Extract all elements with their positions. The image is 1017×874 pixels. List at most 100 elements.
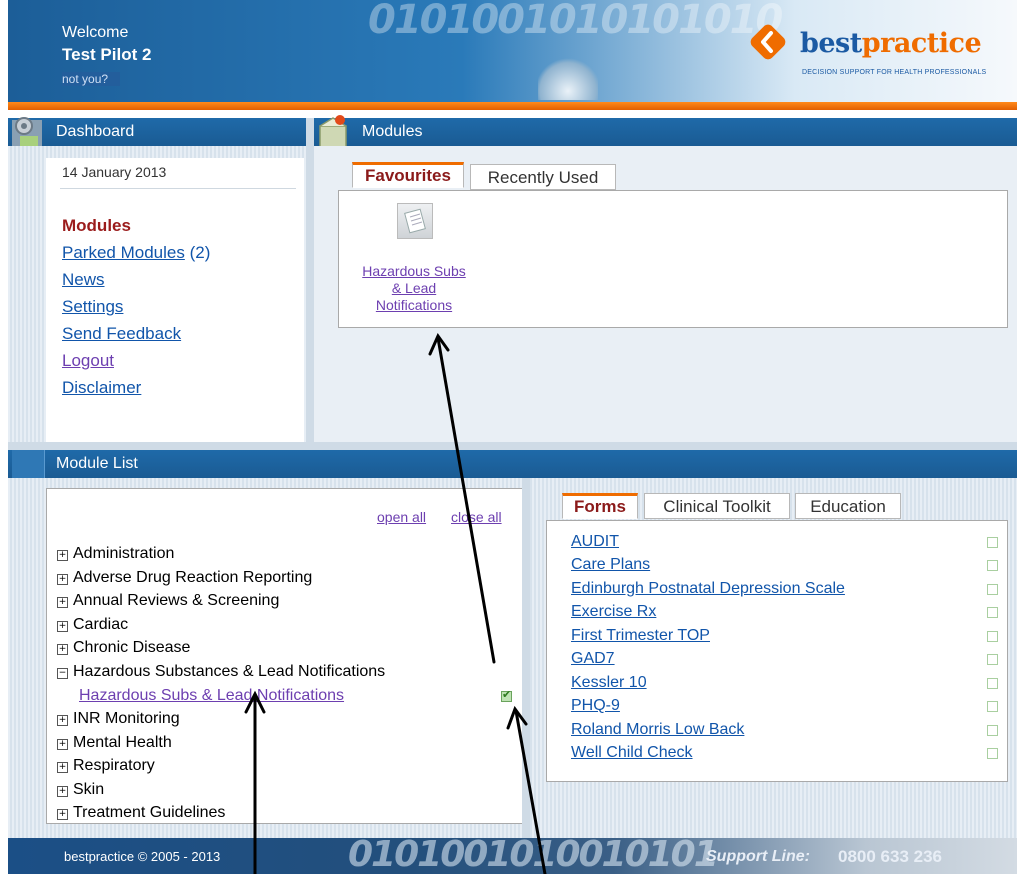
support-number: 0800 633 236 <box>838 847 942 866</box>
module-list-icon <box>12 450 45 478</box>
tree-item-label: Respiratory <box>73 757 155 774</box>
expand-icon[interactable]: + <box>57 739 68 750</box>
column-divider <box>522 478 530 838</box>
tree-item-adverse-drug[interactable]: + Adverse Drug Reaction Reporting <box>57 569 312 587</box>
not-you-link[interactable]: not you? <box>62 72 121 86</box>
expand-icon[interactable]: + <box>57 644 68 655</box>
tree-item-chronic-disease[interactable]: + Chronic Disease <box>57 639 190 657</box>
form-link-exercise-rx[interactable]: Exercise Rx <box>571 603 656 621</box>
modules-title: Modules <box>362 123 423 140</box>
nav-send-feedback[interactable]: Send Feedback <box>62 324 181 344</box>
tree-item-administration[interactable]: + Administration <box>57 545 174 563</box>
logo-practice: practice <box>861 28 982 59</box>
nav-settings[interactable]: Settings <box>62 297 123 317</box>
tab-clinical-toolkit[interactable]: Clinical Toolkit <box>644 493 790 519</box>
logo-wordmark: bestpractice <box>800 28 982 59</box>
close-all-link[interactable]: close all <box>451 509 502 525</box>
form-link-care-plans[interactable]: Care Plans <box>571 556 650 574</box>
nav-news[interactable]: News <box>62 270 105 290</box>
tree-item-hazardous-substances[interactable]: − Hazardous Substances & Lead Notificatio… <box>57 663 385 681</box>
globe-graphic <box>538 55 598 100</box>
expand-icon[interactable]: + <box>57 809 68 820</box>
tree-item-label: Adverse Drug Reaction Reporting <box>73 569 313 586</box>
form-link-phq9[interactable]: PHQ-9 <box>571 697 620 715</box>
nav-logout[interactable]: Logout <box>62 351 114 371</box>
logo-diamond-icon <box>750 24 786 60</box>
date-divider <box>60 188 296 189</box>
form-link-well-child[interactable]: Well Child Check <box>571 744 693 762</box>
forms-list-box: AUDIT Care Plans Edinburgh Postnatal Dep… <box>546 520 1008 782</box>
tree-item-treatment-guidelines[interactable]: + Treatment Guidelines <box>57 804 225 822</box>
expand-icon[interactable]: + <box>57 762 68 773</box>
nav-parked-modules[interactable]: Parked Modules (2) <box>62 243 210 263</box>
favourite-checkbox[interactable] <box>987 631 998 642</box>
tree-item-annual-reviews[interactable]: + Annual Reviews & Screening <box>57 592 279 610</box>
collapse-icon[interactable]: − <box>57 668 68 679</box>
form-link-roland-morris[interactable]: Roland Morris Low Back <box>571 721 744 739</box>
tree-item-label: Chronic Disease <box>73 639 191 656</box>
tree-item-inr-monitoring[interactable]: + INR Monitoring <box>57 710 180 728</box>
modules-panel: Favourites Recently Used Hazardous Subs … <box>314 146 1017 442</box>
form-link-audit[interactable]: AUDIT <box>571 533 619 551</box>
favourite-checkbox[interactable] <box>987 654 998 665</box>
tree-item-label: Cardiac <box>73 616 129 633</box>
tree-item-respiratory[interactable]: + Respiratory <box>57 757 155 775</box>
orange-divider <box>8 102 1017 110</box>
dashboard-header: Dashboard <box>8 117 306 148</box>
tab-forms[interactable]: Forms <box>562 493 638 519</box>
app-root: 0101001010101010 Welcome Test Pilot 2 no… <box>0 0 1017 874</box>
tree-item-skin[interactable]: + Skin <box>57 781 104 799</box>
footer-bar: 0101001010010101 bestpractice © 2005 - 2… <box>8 834 1017 874</box>
expand-icon[interactable]: + <box>57 597 68 608</box>
bestpractice-logo: bestpractice DECISION SUPPORT FOR HEALTH… <box>748 22 1017 92</box>
parked-modules-link[interactable]: Parked Modules <box>62 243 185 262</box>
current-date: 14 January 2013 <box>62 164 167 180</box>
favourite-hazardous-subs-link[interactable]: Hazardous Subs & Lead Notifications <box>359 263 469 314</box>
form-link-kessler-10[interactable]: Kessler 10 <box>571 674 647 692</box>
nav-modules[interactable]: Modules <box>62 216 131 236</box>
dashboard-content: 14 January 2013 Modules Parked Modules (… <box>46 158 304 442</box>
modules-header: Modules <box>314 115 1017 149</box>
open-all-link[interactable]: open all <box>377 509 426 525</box>
favourite-checkbox[interactable] <box>987 537 998 548</box>
favourite-checkbox[interactable] <box>987 725 998 736</box>
favourites-box: Hazardous Subs & Lead Notifications <box>338 190 1008 328</box>
form-link-edinburgh[interactable]: Edinburgh Postnatal Depression Scale <box>571 580 845 598</box>
expand-icon[interactable]: + <box>57 574 68 585</box>
module-document-icon[interactable] <box>397 203 433 239</box>
binary-decoration: 0101001010101010 <box>368 0 783 43</box>
favourite-checkbox-checked[interactable] <box>501 688 512 702</box>
expand-icon[interactable]: + <box>57 550 68 561</box>
tree-item-label: Mental Health <box>73 734 172 751</box>
dashboard-panel: 14 January 2013 Modules Parked Modules (… <box>8 146 306 442</box>
box-icon <box>319 115 347 149</box>
expand-icon[interactable]: + <box>57 715 68 726</box>
favourite-checkbox[interactable] <box>987 678 998 689</box>
tree-item-label: Hazardous Substances & Lead Notification… <box>73 663 386 680</box>
tab-recently-used[interactable]: Recently Used <box>470 164 616 190</box>
nav-disclaimer[interactable]: Disclaimer <box>62 378 141 398</box>
gear-icon <box>12 117 42 148</box>
binary-decoration: 0101001010010101 <box>348 834 719 874</box>
favourite-checkbox[interactable] <box>987 701 998 712</box>
logo-tagline: DECISION SUPPORT FOR HEALTH PROFESSIONAL… <box>802 69 987 76</box>
dashboard-title: Dashboard <box>56 123 135 140</box>
tree-item-mental-health[interactable]: + Mental Health <box>57 734 172 752</box>
tree-item-label: Annual Reviews & Screening <box>73 592 280 609</box>
tree-subitem-hazardous-subs-link[interactable]: Hazardous Subs & Lead Notifications <box>79 687 344 705</box>
tab-education[interactable]: Education <box>795 493 901 519</box>
user-name: Test Pilot 2 <box>62 45 152 64</box>
favourite-checkbox[interactable] <box>987 560 998 571</box>
favourite-checkbox[interactable] <box>987 584 998 595</box>
expand-icon[interactable]: + <box>57 786 68 797</box>
form-link-gad7[interactable]: GAD7 <box>571 650 615 668</box>
favourite-checkbox[interactable] <box>987 607 998 618</box>
module-tree: open all close all + Administration + Adve… <box>46 488 524 824</box>
expand-icon[interactable]: + <box>57 621 68 632</box>
parked-count: (2) <box>189 243 211 262</box>
tree-item-label: Administration <box>73 545 175 562</box>
tab-favourites[interactable]: Favourites <box>352 162 464 188</box>
tree-item-cardiac[interactable]: + Cardiac <box>57 616 128 634</box>
favourite-checkbox[interactable] <box>987 748 998 759</box>
form-link-first-trimester[interactable]: First Trimester TOP <box>571 627 710 645</box>
